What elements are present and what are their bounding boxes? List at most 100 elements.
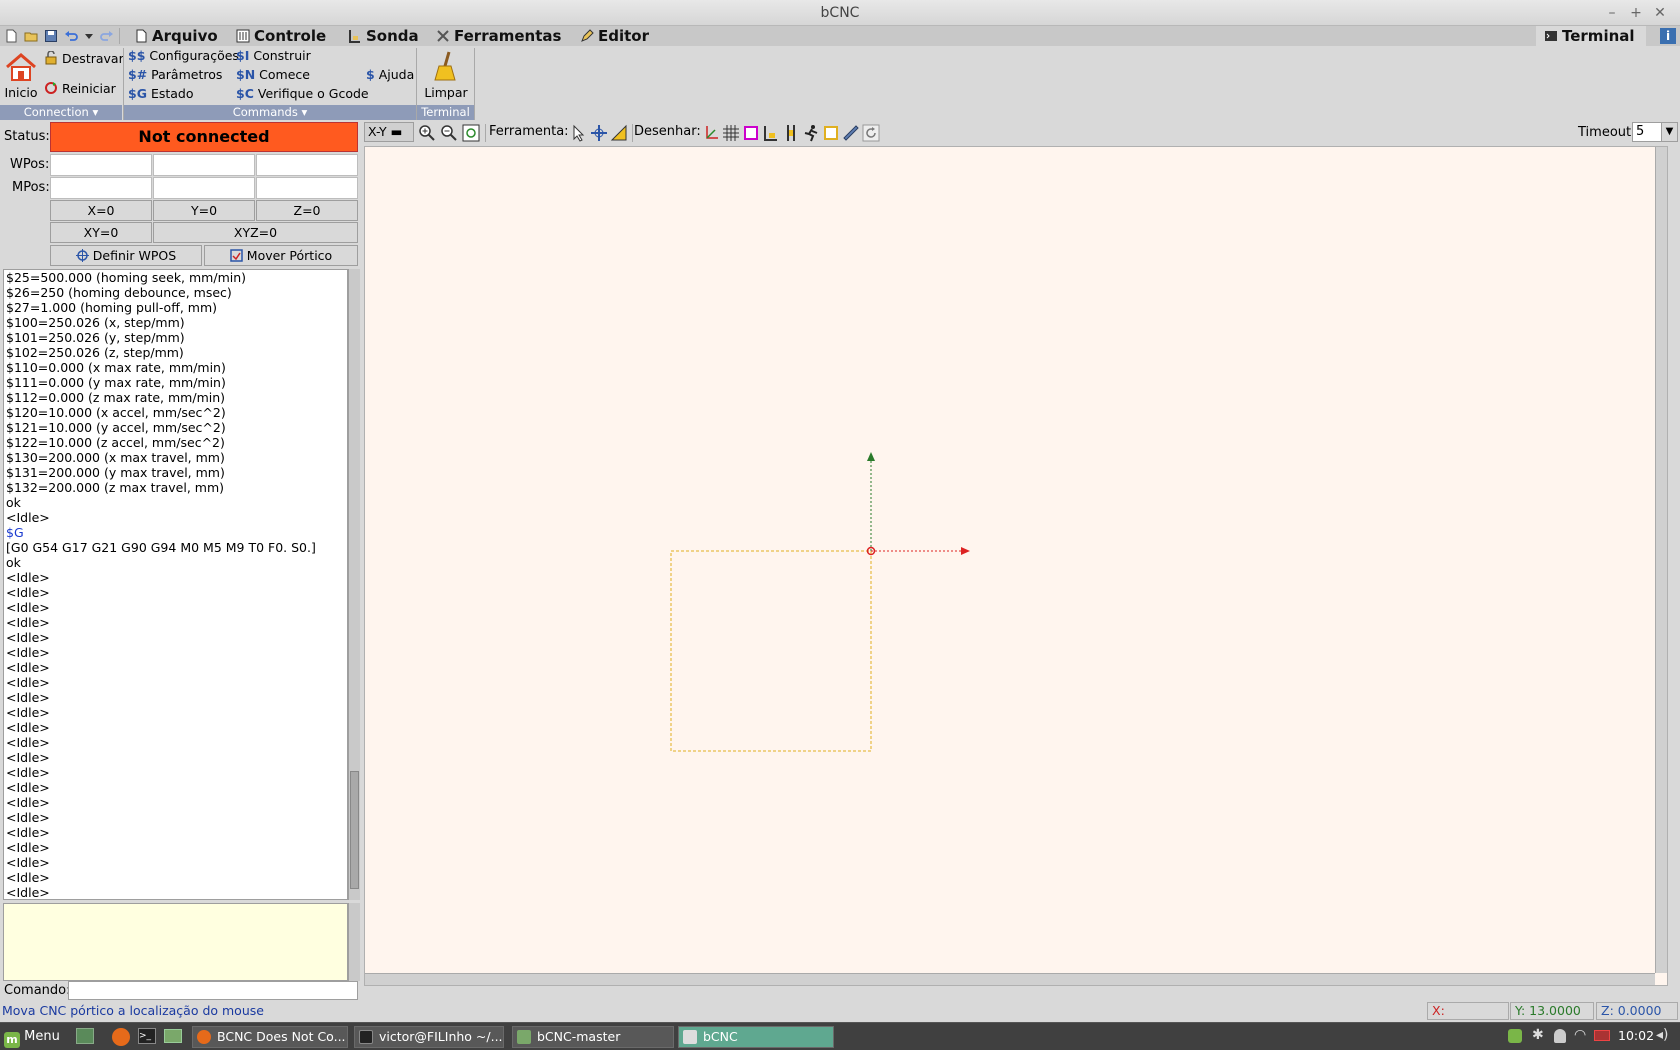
menu-editor[interactable]: Editor: [580, 26, 649, 46]
terminal-scrollbar[interactable]: [348, 269, 360, 900]
terminal-line: <Idle>: [6, 600, 50, 615]
probe-icon: [349, 30, 360, 43]
x-coordinate: X: -499.0000: [1427, 1002, 1509, 1034]
zoom-fit-icon[interactable]: [462, 124, 480, 142]
inicio-button[interactable]: Inicio: [4, 52, 38, 104]
ruler-measure-icon[interactable]: [610, 124, 628, 142]
ajuda-button[interactable]: $ Ajuda: [366, 65, 414, 85]
save-icon[interactable]: [44, 29, 58, 43]
zero-xyz-button[interactable]: XYZ=0: [153, 222, 358, 243]
menu-ferramentas[interactable]: Ferramentas: [436, 26, 561, 46]
terminal-line: <Idle>: [6, 765, 50, 780]
mover-portico-button[interactable]: Mover Pórtico: [204, 245, 358, 266]
reiniciar-button[interactable]: Reiniciar: [44, 79, 116, 99]
new-file-icon[interactable]: [4, 29, 18, 43]
task-folder[interactable]: bCNC-master: [512, 1026, 674, 1048]
taskbar: m Menu >_ BCNC Does Not Co... victor@FIL…: [0, 1022, 1680, 1050]
construir-button[interactable]: $I Construir: [236, 46, 311, 66]
zero-y-button[interactable]: Y=0: [153, 200, 255, 221]
workarea-toggle-icon[interactable]: [782, 124, 800, 142]
tab-terminal[interactable]: Terminal: [1536, 26, 1646, 46]
redraw-icon[interactable]: [862, 124, 880, 142]
document-icon: [136, 29, 147, 43]
terminal-line: $100=250.026 (x, step/mm): [6, 315, 185, 330]
probe-toggle-icon[interactable]: [762, 124, 780, 142]
shield-icon[interactable]: [1508, 1029, 1522, 1043]
view-select[interactable]: X-Y ▬: [364, 122, 414, 142]
menu-arquivo[interactable]: Arquivo: [134, 26, 218, 46]
undo-icon[interactable]: [64, 29, 78, 43]
close-button[interactable]: ✕: [1650, 3, 1670, 23]
parametros-button[interactable]: $# Parâmetros: [128, 65, 222, 85]
task-firefox[interactable]: BCNC Does Not Co...: [192, 1026, 348, 1048]
mpos-z-field: [256, 177, 358, 199]
task-terminal[interactable]: victor@FILInho ~/...: [354, 1026, 504, 1048]
gcode-canvas[interactable]: [364, 146, 1668, 986]
chevron-down-icon[interactable]: ▼: [1661, 123, 1677, 141]
definir-wpos-button[interactable]: Definir WPOS: [50, 245, 202, 266]
select-pointer-icon[interactable]: [570, 124, 588, 142]
margin-toggle-icon[interactable]: [742, 124, 760, 142]
canvas-vscrollbar[interactable]: [1655, 147, 1667, 973]
timeout-spinbox[interactable]: 5 ▼: [1632, 122, 1678, 142]
zero-x-button[interactable]: X=0: [50, 200, 152, 221]
connection-group-label[interactable]: Connection ▾: [0, 105, 122, 120]
terminal-output[interactable]: $25=500.000 (homing seek, mm/min) $26=250…: [3, 269, 348, 900]
comando-input[interactable]: [68, 981, 358, 1000]
start-menu-button[interactable]: m Menu: [4, 1026, 60, 1048]
window-title-bar: bCNC: [0, 0, 1680, 26]
redo-icon[interactable]: [100, 29, 114, 43]
terminal-line: <Idle>: [6, 735, 50, 750]
configuracoes-button[interactable]: $$ Configurações: [128, 46, 239, 66]
bounding-box-icon[interactable]: [822, 124, 840, 142]
maximize-button[interactable]: +: [1626, 3, 1646, 23]
bluetooth-icon[interactable]: ✱: [1532, 1027, 1544, 1043]
destravar-button[interactable]: Destravar: [44, 49, 124, 69]
status-label: Status:: [4, 129, 50, 144]
terminal-launcher-icon[interactable]: >_: [138, 1028, 156, 1044]
terminal-line: <Idle>: [6, 810, 50, 825]
status-message: Mova CNC pórtico a localização do mouse: [2, 1003, 264, 1018]
firefox-icon[interactable]: [112, 1028, 130, 1046]
commands-group-label[interactable]: Commands ▾: [124, 105, 416, 120]
limpar-button[interactable]: Limpar: [420, 50, 472, 104]
command-buffer[interactable]: [3, 903, 348, 981]
terminal-line: $132=200.000 (z max travel, mm): [6, 480, 225, 495]
open-folder-icon[interactable]: [24, 29, 38, 43]
menu-controle[interactable]: Controle: [236, 26, 326, 46]
battery-icon[interactable]: [1594, 1030, 1610, 1041]
terminal-line: $110=0.000 (x max rate, mm/min): [6, 360, 226, 375]
gantry-icon: [230, 249, 243, 262]
show-desktop-icon[interactable]: [76, 1028, 94, 1044]
undo-dropdown-icon[interactable]: [82, 29, 96, 43]
camera-toggle-icon[interactable]: [842, 124, 860, 142]
zoom-in-icon[interactable]: [418, 124, 436, 142]
verifique-gcode-button[interactable]: $C Verifique o Gcode: [236, 84, 369, 104]
volume-icon[interactable]: ◂): [1656, 1027, 1669, 1043]
zoom-out-icon[interactable]: [440, 124, 458, 142]
window-title: bCNC: [820, 5, 860, 21]
terminal-line: <Idle>: [6, 870, 50, 885]
menu-sonda[interactable]: Sonda: [348, 26, 419, 46]
unlock-icon: [45, 50, 57, 65]
zero-z-button[interactable]: Z=0: [256, 200, 358, 221]
comece-button[interactable]: $N Comece: [236, 65, 310, 85]
buffer-scrollbar[interactable]: [348, 903, 360, 981]
move-pan-icon[interactable]: [590, 124, 608, 142]
rapid-motion-icon[interactable]: [802, 124, 820, 142]
broom-icon: [434, 51, 456, 81]
comando-label: Comando:: [4, 983, 71, 998]
task-bcnc[interactable]: bCNC: [678, 1026, 834, 1048]
grid-toggle-icon[interactable]: [722, 124, 740, 142]
terminal-line: <Idle>: [6, 705, 50, 720]
mint-logo-icon: m: [4, 1032, 20, 1048]
zero-xy-button[interactable]: XY=0: [50, 222, 152, 243]
user-icon[interactable]: [1554, 1029, 1566, 1043]
axes-toggle-icon[interactable]: [702, 124, 720, 142]
wifi-icon[interactable]: ◠: [1574, 1027, 1586, 1043]
info-icon[interactable]: i: [1660, 28, 1676, 44]
canvas-hscrollbar[interactable]: [365, 973, 1655, 985]
estado-button[interactable]: $G Estado: [128, 84, 194, 104]
minimize-button[interactable]: –: [1602, 3, 1622, 23]
files-launcher-icon[interactable]: [164, 1029, 182, 1043]
